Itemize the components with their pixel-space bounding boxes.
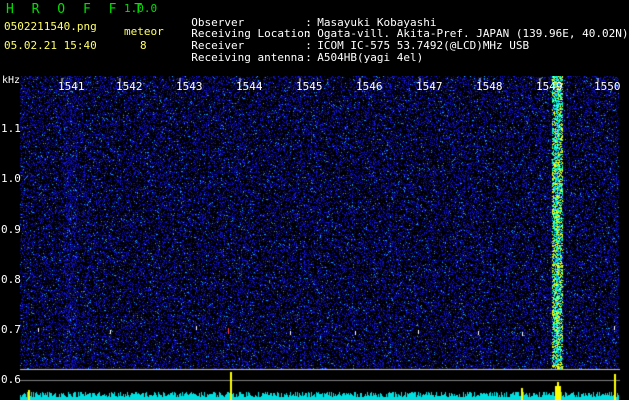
info-antenna: Receiving antenna: A504HB(yagi 4el)	[178, 41, 423, 63]
info-sep: :	[305, 51, 312, 64]
time-tick-label: 1542	[116, 80, 143, 93]
freq-tick-label: 0.7	[1, 323, 21, 336]
time-tick-label: 1543	[176, 80, 203, 93]
meteor-count: 8	[140, 39, 147, 52]
version-label: 1.0.0	[124, 2, 158, 15]
timestamp-label: 05.02.21 15:40	[4, 39, 97, 52]
time-tick-label: 1548	[476, 80, 503, 93]
time-tick-label: 1550	[594, 80, 621, 93]
time-tick-label: 1547	[416, 80, 443, 93]
time-tick-label: 1549	[536, 80, 563, 93]
freq-tick-label: 0.6	[1, 373, 21, 387]
filename-label: 0502211540.png	[4, 20, 97, 33]
freq-tick-label: 0.9	[1, 222, 21, 236]
time-tick-label: 1546	[356, 80, 383, 93]
y-unit-label: kHz	[2, 75, 21, 86]
freq-tick-label: 0.8	[1, 272, 21, 286]
spectrogram-canvas	[0, 76, 629, 400]
time-tick-label: 1545	[296, 80, 323, 93]
freq-tick-label: 1.1	[1, 122, 21, 135]
info-key: Receiving antenna	[191, 51, 304, 64]
freq-tick-label: 1.0	[1, 172, 21, 186]
time-tick-label: 1541	[58, 80, 85, 93]
time-tick-label: 1544	[236, 80, 263, 93]
meteor-label: meteor	[124, 25, 164, 38]
info-value: A504HB(yagi 4el)	[317, 51, 424, 64]
